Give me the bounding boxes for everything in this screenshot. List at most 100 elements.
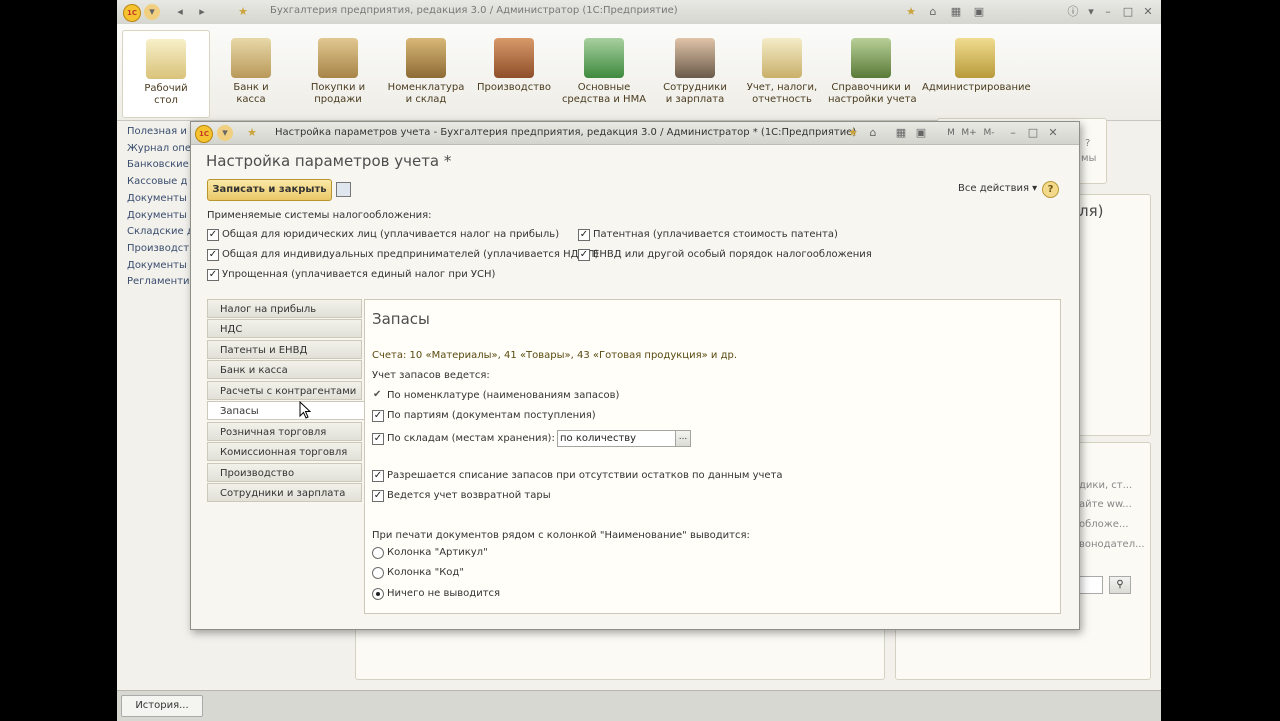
search-icon[interactable]: ⚲ <box>1109 576 1131 594</box>
by-warehouses-checkbox[interactable]: ✓ <box>372 433 384 445</box>
tab-inventory[interactable]: Запасы <box>207 401 365 420</box>
close-icon[interactable]: ✕ <box>1045 125 1061 141</box>
memory-plus-icon[interactable]: M+ <box>961 125 977 141</box>
app-logo-icon[interactable]: 1С <box>123 4 141 22</box>
calendar-icon[interactable]: ▣ <box>971 4 987 20</box>
section-purchases[interactable]: Покупки и продажи <box>294 30 382 116</box>
tab-profit-tax[interactable]: Налог на прибыль <box>207 299 362 318</box>
nav-link[interactable]: Производст <box>127 241 197 258</box>
nav-link[interactable]: Документы <box>127 258 197 275</box>
nav-link[interactable]: Документы <box>127 208 197 225</box>
warehouse-icon <box>406 38 446 78</box>
favorites-star-icon[interactable]: ★ <box>235 4 251 20</box>
section-administration[interactable]: Администрирование <box>922 30 1031 116</box>
allow-writeoff-checkbox[interactable]: ✓ <box>372 470 384 482</box>
bg-fragment: дики, ст... <box>1079 480 1133 491</box>
menu-icon[interactable]: ▾ <box>144 4 160 20</box>
maximize-icon[interactable]: □ <box>1025 125 1041 141</box>
warehouse-mode-field[interactable]: по количеству <box>557 430 677 447</box>
tax-general-legal-checkbox[interactable]: ✓ <box>207 229 219 241</box>
calculator-icon[interactable]: ▦ <box>893 125 909 141</box>
print-label: При печати документов рядом с колонкой "… <box>372 530 750 541</box>
minimize-icon[interactable]: – <box>1005 125 1021 141</box>
nav-link[interactable]: Полезная и <box>127 124 197 141</box>
search-input[interactable] <box>1079 576 1103 594</box>
checkbox-label: Общая для юридических лиц (уплачивается … <box>222 229 560 240</box>
by-batches-checkbox[interactable]: ✓ <box>372 410 384 422</box>
tab-commission[interactable]: Комиссионная торговля <box>207 442 362 461</box>
favorites-star-icon[interactable]: ★ <box>244 125 260 141</box>
tab-production[interactable]: Производство <box>207 463 362 482</box>
section-production[interactable]: Производство <box>472 30 556 116</box>
section-panel: Рабочий стол Банк и касса Покупки и прод… <box>117 24 1161 121</box>
section-fixed-assets[interactable]: Основные средства и НМА <box>560 30 648 116</box>
checkbox-label: Разрешается списание запасов при отсутст… <box>387 470 783 481</box>
section-label: Покупки и продажи <box>310 82 366 105</box>
section-desktop[interactable]: Рабочий стол <box>122 30 210 118</box>
by-nomenclature-label: По номенклатуре (наименованиям запасов) <box>387 390 620 401</box>
print-code-radio[interactable] <box>372 567 384 579</box>
print-nothing-radio[interactable] <box>372 588 384 600</box>
forward-icon[interactable]: ▸ <box>194 4 210 20</box>
section-references[interactable]: Справочники и настройки учета <box>828 30 917 116</box>
print-article-radio[interactable] <box>372 547 384 559</box>
favorites-icon[interactable]: ★ <box>845 125 861 141</box>
tax-general-individual-checkbox[interactable]: ✓ <box>207 249 219 261</box>
memory-icon[interactable]: M <box>943 125 959 141</box>
app-logo-icon[interactable]: 1С <box>195 125 213 143</box>
bg-fragment: айте ww... <box>1079 499 1132 510</box>
nav-link[interactable]: Журнал опе <box>127 141 197 158</box>
link-icon[interactable]: ⌂ <box>865 125 881 141</box>
maximize-icon[interactable]: □ <box>1120 4 1136 20</box>
section-employees[interactable]: Сотрудники и зарплата <box>652 30 738 116</box>
chevron-down-icon[interactable]: ▾ <box>1083 4 1099 20</box>
section-label: Справочники и настройки учета <box>828 82 917 105</box>
tax-patent-checkbox[interactable]: ✓ <box>578 229 590 241</box>
factory-icon <box>584 38 624 78</box>
calculator-icon[interactable]: ▦ <box>948 4 964 20</box>
nav-link[interactable]: Документы <box>127 191 197 208</box>
select-button[interactable]: ... <box>675 430 691 447</box>
checkbox-label: Общая для индивидуальных предпринимателе… <box>222 249 599 260</box>
tab-bank-cash[interactable]: Банк и касса <box>207 360 362 379</box>
section-nomenclature[interactable]: Номенклатура и склад <box>384 30 468 116</box>
nav-link[interactable]: Банковские <box>127 157 197 174</box>
history-button[interactable]: История... <box>121 695 203 717</box>
nav-link[interactable]: Складские д <box>127 224 197 241</box>
nav-link[interactable]: Регламенти <box>127 274 197 291</box>
tab-vat[interactable]: НДС <box>207 319 362 338</box>
tab-settlements[interactable]: Расчеты с контрагентами <box>207 381 362 400</box>
tax-envd-checkbox[interactable]: ✓ <box>578 249 590 261</box>
favorites-icon[interactable]: ★ <box>903 4 919 20</box>
history-icon[interactable]: ⌂ <box>925 4 941 20</box>
bg-fragment: мы <box>1081 153 1097 164</box>
save-and-close-button[interactable]: Записать и закрыть <box>207 179 332 201</box>
tab-retail[interactable]: Розничная торговля <box>207 422 362 441</box>
calendar-icon[interactable]: ▣ <box>913 125 929 141</box>
menu-icon[interactable]: ▾ <box>217 125 233 141</box>
minimize-icon[interactable]: – <box>1100 4 1116 20</box>
close-icon[interactable]: ✕ <box>1140 4 1156 20</box>
dialog-window-title: Настройка параметров учета - Бухгалтерия… <box>275 127 857 138</box>
section-bank[interactable]: Банк и касса <box>210 30 292 116</box>
info-icon[interactable]: ⓘ <box>1065 4 1081 20</box>
status-bar: История... <box>117 690 1161 721</box>
person-icon <box>675 38 715 78</box>
help-icon[interactable]: ? <box>1042 181 1059 198</box>
left-navigation: Полезная и Журнал опе Банковские Кассовы… <box>127 124 197 291</box>
section-accounting[interactable]: Учет, налоги, отчетность <box>741 30 823 116</box>
documents-icon <box>762 38 802 78</box>
all-actions-button[interactable]: Все действия ▾ <box>958 183 1037 194</box>
bg-fragment: ? <box>1085 138 1091 149</box>
database-icon <box>955 38 995 78</box>
back-icon[interactable]: ◂ <box>172 4 188 20</box>
nav-link[interactable]: Кассовые д <box>127 174 197 191</box>
returnable-tare-checkbox[interactable]: ✓ <box>372 490 384 502</box>
tax-simplified-checkbox[interactable]: ✓ <box>207 269 219 281</box>
tab-patents[interactable]: Патенты и ЕНВД <box>207 340 362 359</box>
memory-minus-icon[interactable]: M- <box>981 125 997 141</box>
mouse-cursor-icon <box>299 401 311 419</box>
tab-payroll[interactable]: Сотрудники и зарплата <box>207 483 362 502</box>
inventory-content: Запасы Счета: 10 «Материалы», 41 «Товары… <box>364 299 1061 614</box>
save-icon[interactable] <box>336 182 351 197</box>
